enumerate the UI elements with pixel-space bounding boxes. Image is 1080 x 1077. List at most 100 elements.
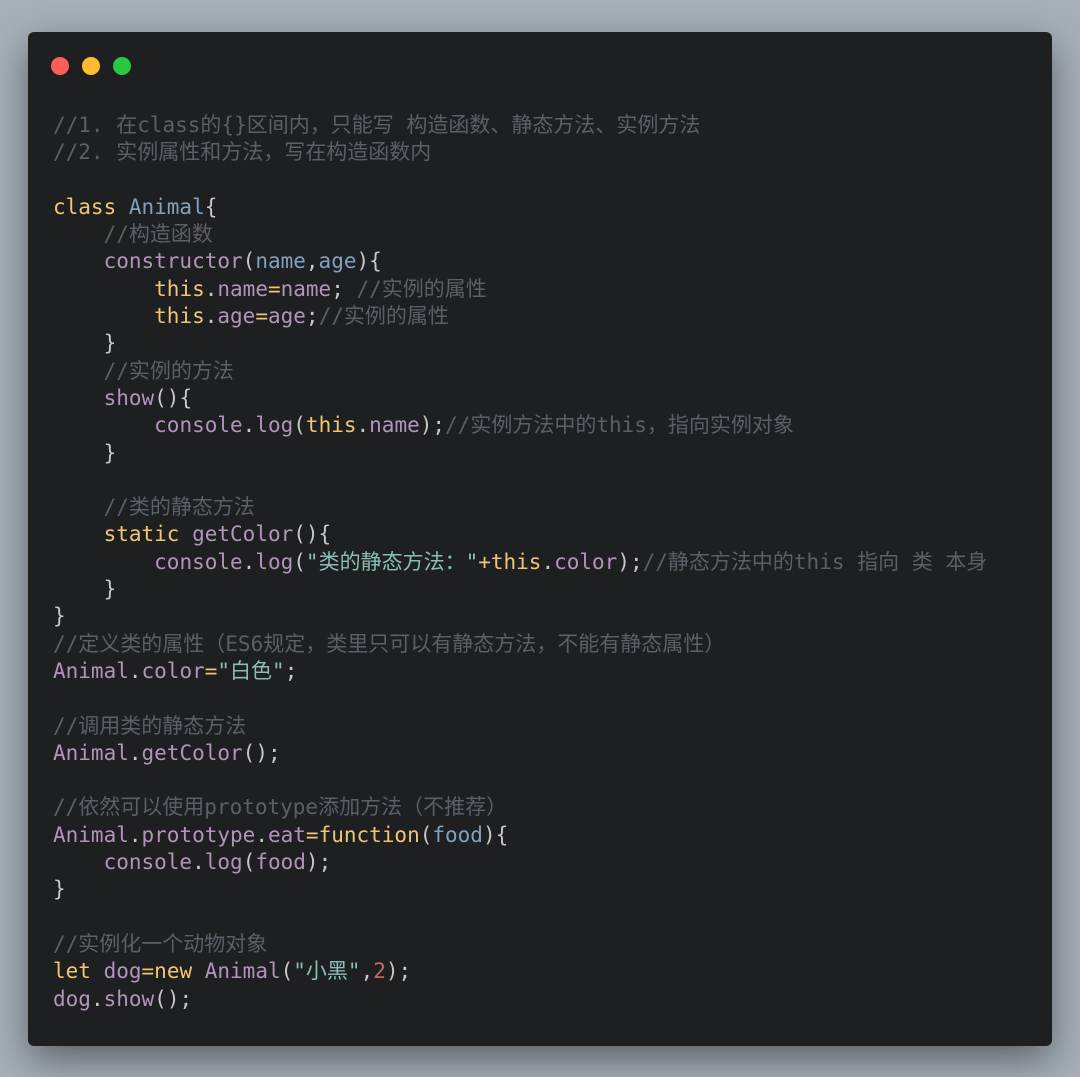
- code-token-punct: (){: [293, 522, 332, 547]
- code-line: //调用类的静态方法: [53, 713, 987, 740]
- code-line: console.log("类的静态方法："+this.color);//静态方法…: [53, 549, 987, 576]
- code-token-property: name: [280, 276, 332, 301]
- code-token-comment: //构造函数: [103, 222, 213, 247]
- code-token-punct: );: [419, 413, 446, 438]
- code-line: //定义类的属性（ES6规定，类里只可以有静态方法，不能有静态属性）: [53, 631, 987, 658]
- code-token-punct: (: [242, 850, 256, 875]
- code-line: let dog=new Animal("小黑",2);: [53, 958, 987, 985]
- code-line: //类的静态方法: [53, 494, 987, 521]
- code-line: //实例的方法: [53, 358, 987, 385]
- code-token-property: dog: [53, 986, 91, 1011]
- code-token-comment: //实例化一个动物对象: [53, 931, 268, 956]
- code-token-op: =: [305, 822, 319, 847]
- code-token-punct: ){: [356, 249, 382, 274]
- code-token-punct: ;: [331, 276, 357, 301]
- code-line: //依然可以使用prototype添加方法（不推荐）: [53, 794, 987, 821]
- code-token-punct: }: [103, 331, 117, 356]
- code-token-punct: .: [242, 413, 256, 438]
- code-token-class: Animal: [128, 194, 205, 219]
- code-token-function: show: [103, 986, 155, 1011]
- code-token-op: =: [267, 276, 281, 301]
- code-token-punct: (: [280, 959, 294, 984]
- code-line: this.name=name; //实例的属性: [53, 276, 987, 303]
- code-token-this: this: [154, 304, 205, 329]
- code-token-keyword: new: [154, 959, 205, 984]
- code-token-function: log: [204, 850, 243, 875]
- code-token-punct: {: [204, 194, 218, 219]
- code-token-keyword: function: [318, 822, 420, 847]
- code-token-function: Animal: [53, 658, 129, 683]
- code-token-punct: );: [385, 959, 412, 984]
- code-token-string: "类的静态方法：": [305, 549, 479, 574]
- code-line: console.log(food);: [53, 849, 987, 876]
- code-token-comment: //实例的属性: [318, 304, 449, 329]
- code-line: constructor(name,age){: [53, 248, 987, 275]
- code-token-punct: ;: [305, 304, 319, 329]
- code-token-function: getColor: [192, 522, 294, 547]
- code-token-keyword: let: [53, 959, 104, 984]
- code-token-punct: ();: [242, 740, 281, 765]
- code-token-property: age: [217, 304, 256, 329]
- code-token-this: this: [490, 549, 542, 574]
- code-token-punct: .: [541, 549, 555, 574]
- code-line: }: [53, 876, 987, 903]
- close-button[interactable]: [51, 57, 69, 75]
- code-token-punct: ;: [284, 658, 298, 683]
- code-line: dog.show();: [53, 986, 987, 1013]
- code-token-punct: (: [293, 549, 306, 574]
- code-token-op: =: [255, 304, 268, 329]
- code-token-param: age: [318, 249, 357, 274]
- code-line: //实例化一个动物对象: [53, 931, 987, 958]
- code-token-this: this: [305, 413, 357, 438]
- code-token-property: eat: [267, 822, 306, 847]
- code-line: }: [53, 576, 987, 603]
- code-token-number: 2: [373, 959, 386, 984]
- code-token-keyword: class: [53, 194, 129, 219]
- maximize-button[interactable]: [113, 57, 131, 75]
- code-line: //1. 在class的{}区间内，只能写 构造函数、静态方法、实例方法: [53, 112, 987, 139]
- code-token-function: show: [103, 385, 155, 410]
- code-token-comment: //调用类的静态方法: [53, 713, 247, 738]
- code-line: //构造函数: [53, 221, 987, 248]
- code-line: console.log(this.name);//实例方法中的this，指向实例…: [53, 412, 987, 439]
- code-line: Animal.color="白色";: [53, 658, 987, 685]
- code-line: }: [53, 603, 987, 630]
- code-line: this.age=age;//实例的属性: [53, 303, 987, 330]
- code-token-function: console: [154, 413, 243, 438]
- code-token-property: name: [369, 413, 420, 438]
- code-token-string: "白色": [217, 658, 285, 683]
- code-token-op: =: [141, 959, 155, 984]
- code-token-punct: .: [128, 658, 142, 683]
- code-token-comment: //类的静态方法: [103, 495, 255, 520]
- code-token-property: dog: [103, 959, 142, 984]
- code-token-punct: .: [90, 986, 104, 1011]
- code-token-property: color: [554, 549, 618, 574]
- code-token-function: console: [103, 850, 193, 875]
- code-token-comment: //2. 实例属性和方法，写在构造函数内: [53, 140, 432, 165]
- code-token-comment: //定义类的属性（ES6规定，类里只可以有静态方法，不能有静态属性）: [53, 631, 726, 656]
- code-line: //2. 实例属性和方法，写在构造函数内: [53, 139, 987, 166]
- code-token-punct: }: [53, 604, 66, 629]
- code-token-property: color: [141, 658, 205, 683]
- minimize-button[interactable]: [82, 57, 100, 75]
- code-token-function: getColor: [141, 740, 243, 765]
- code-token-function: Animal: [204, 959, 281, 984]
- code-token-punct: .: [204, 304, 218, 329]
- code-block[interactable]: //1. 在class的{}区间内，只能写 构造函数、静态方法、实例方法 //2.…: [53, 112, 987, 1013]
- code-token-comment: //实例的属性: [356, 276, 487, 301]
- code-window: //1. 在class的{}区间内，只能写 构造函数、静态方法、实例方法 //2.…: [28, 32, 1052, 1046]
- code-token-punct: (: [419, 822, 433, 847]
- code-token-comment: //实例的方法: [103, 358, 234, 383]
- code-token-string: "小黑": [293, 959, 361, 984]
